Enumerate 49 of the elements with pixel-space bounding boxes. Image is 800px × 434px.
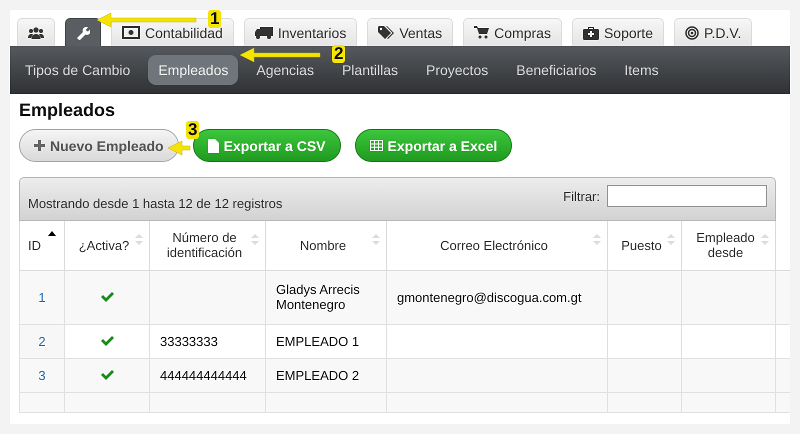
nav-link[interactable]: Tipos de Cambio bbox=[15, 60, 140, 80]
id-link[interactable]: 2 bbox=[38, 334, 46, 348]
nav-link[interactable]: Beneficiarios bbox=[506, 60, 606, 80]
plus-icon bbox=[34, 140, 45, 151]
target-icon bbox=[685, 26, 699, 40]
callout-number: 3 bbox=[186, 121, 200, 139]
module-tab[interactable]: Ventas bbox=[367, 18, 454, 46]
column-header[interactable]: Puesto bbox=[608, 221, 682, 270]
filter-label: Filtrar: bbox=[563, 188, 600, 204]
records-info: Mostrando desde 1 hasta 12 de 12 registros bbox=[28, 196, 282, 211]
money-icon bbox=[122, 26, 140, 39]
table-cell: 33333333 bbox=[160, 334, 218, 348]
column-header[interactable]: Nombre bbox=[266, 221, 386, 270]
action-button[interactable]: Nuevo Empleado bbox=[19, 129, 179, 162]
document-icon bbox=[208, 138, 219, 152]
nav-link[interactable]: Empleados bbox=[148, 55, 238, 85]
filter-field[interactable] bbox=[607, 185, 767, 207]
cart-icon bbox=[474, 26, 490, 39]
nav-link[interactable]: Plantillas bbox=[332, 60, 408, 80]
column-header[interactable]: ID bbox=[20, 221, 64, 270]
callout-arrow bbox=[168, 140, 190, 156]
module-tab[interactable] bbox=[65, 18, 101, 46]
callout-number: 1 bbox=[208, 10, 222, 28]
module-tab[interactable]: Soporte bbox=[572, 18, 664, 46]
column-header[interactable]: Empleado desde bbox=[682, 221, 776, 270]
nav-link[interactable]: Items bbox=[614, 60, 669, 80]
page-heading: Empleados bbox=[19, 100, 116, 121]
table-cell: Gladys Arrecis Montenegro bbox=[276, 282, 360, 312]
table-cell: gmontenegro@discogua.com.gt bbox=[397, 290, 582, 304]
table-icon bbox=[370, 140, 383, 151]
module-tab[interactable]: Compras bbox=[463, 18, 562, 46]
table-cell: EMPLEADO 2 bbox=[276, 368, 360, 382]
table-cell: 444444444444 bbox=[160, 368, 247, 382]
column-header[interactable]: Número de identificación bbox=[150, 221, 266, 270]
column-header[interactable]: ¿Activa? bbox=[64, 221, 150, 270]
tag-icon bbox=[378, 26, 394, 40]
column-header[interactable]: Correo Electrónico bbox=[386, 221, 608, 270]
truck-icon bbox=[254, 26, 273, 38]
wrench-icon bbox=[76, 26, 90, 40]
id-link[interactable]: 1 bbox=[38, 290, 46, 304]
module-tab[interactable]: P.D.V. bbox=[674, 18, 752, 46]
module-tab[interactable]: Inventarios bbox=[244, 18, 358, 46]
callout-number: 2 bbox=[332, 45, 346, 63]
nav-link[interactable]: Proyectos bbox=[416, 60, 498, 80]
table-cell: EMPLEADO 1 bbox=[276, 334, 360, 348]
nav-link[interactable]: Agencias bbox=[246, 60, 324, 80]
medkit-icon bbox=[582, 26, 599, 40]
id-link[interactable]: 3 bbox=[38, 368, 46, 382]
users-icon bbox=[28, 26, 44, 38]
